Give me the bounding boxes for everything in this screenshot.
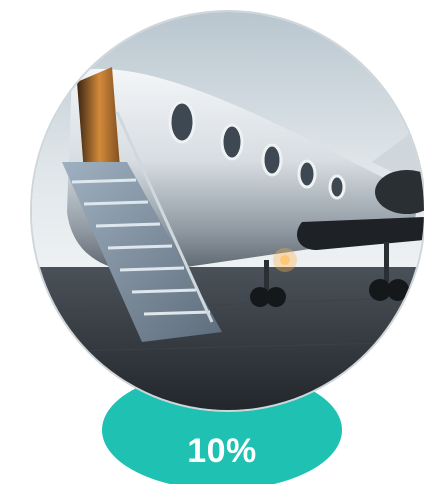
promo-card: 10%: [0, 0, 424, 484]
jet-photo: [32, 12, 424, 410]
discount-label: 10%: [187, 432, 257, 470]
private-jet-icon: [32, 12, 424, 410]
